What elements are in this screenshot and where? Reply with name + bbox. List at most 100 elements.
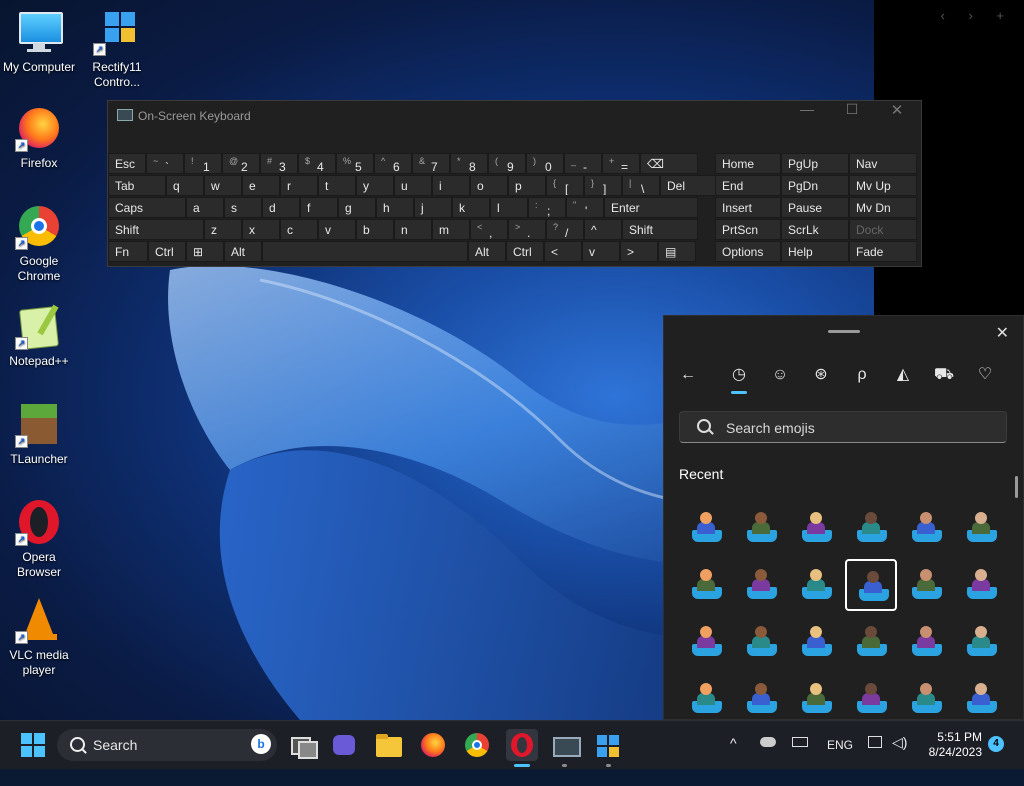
key-=[interactable]: + =	[602, 153, 640, 174]
heart-icon[interactable]: ♡	[970, 362, 1000, 388]
key-o[interactable]: o	[470, 175, 508, 196]
key->[interactable]: >	[620, 241, 658, 262]
key-m[interactable]: m	[432, 219, 470, 240]
symbols-icon[interactable]: ◭	[888, 362, 918, 388]
rectify11-icon[interactable]	[595, 731, 623, 759]
key-alt[interactable]: Alt	[224, 241, 262, 262]
key-prtscn[interactable]: PrtScn	[715, 219, 781, 240]
emoji-swimmer-icon[interactable]	[735, 673, 787, 725]
key-d[interactable]: d	[262, 197, 300, 218]
emoji-swimmer-icon[interactable]	[900, 502, 952, 554]
emoji-swimmer-icon[interactable]	[790, 502, 842, 554]
keyboard-icon[interactable]	[792, 737, 808, 785]
key-x[interactable]: x	[242, 219, 280, 240]
key-i[interactable]: i	[432, 175, 470, 196]
key-j[interactable]: j	[414, 197, 452, 218]
close-button[interactable]: ✕	[874, 101, 920, 131]
key-tab[interactable]: Tab	[108, 175, 166, 196]
emoji-swimmer-icon[interactable]	[845, 502, 897, 554]
onedrive-icon[interactable]	[760, 737, 776, 785]
key-/[interactable]: ? /	[546, 219, 584, 240]
emoji-swimmer-icon[interactable]	[680, 673, 732, 725]
desktop-icon-vlc[interactable]: ↗ VLC media player	[0, 598, 78, 678]
taskbar-search[interactable]: Search b	[57, 729, 277, 761]
recent-clock-icon[interactable]: ◷	[724, 362, 754, 394]
key-^[interactable]: ^	[584, 219, 622, 240]
key-pgup[interactable]: PgUp	[781, 153, 849, 174]
key-8[interactable]: * 8	[450, 153, 488, 174]
key-f[interactable]: f	[300, 197, 338, 218]
emoji-swimmer-icon[interactable]	[955, 673, 1007, 725]
vehicle-icon[interactable]: ⛟	[929, 362, 959, 388]
key-u[interactable]: u	[394, 175, 432, 196]
key-k[interactable]: k	[452, 197, 490, 218]
key-7[interactable]: & 7	[412, 153, 450, 174]
emoji-swimmer-icon[interactable]	[900, 673, 952, 725]
key-caps[interactable]: Caps	[108, 197, 186, 218]
key-shift[interactable]: Shift	[108, 219, 204, 240]
key-scrlk[interactable]: ScrLk	[781, 219, 849, 240]
firefox-icon[interactable]	[419, 731, 447, 759]
key-n[interactable]: n	[394, 219, 432, 240]
emoji-swimmer-icon[interactable]	[680, 616, 732, 668]
key-alt[interactable]: Alt	[468, 241, 506, 262]
emoji-swimmer-icon[interactable]	[735, 502, 787, 554]
desktop-icon-opera[interactable]: ↗ Opera Browser	[0, 500, 78, 580]
minimize-button[interactable]: —	[784, 101, 830, 131]
key-\[interactable]: | \	[622, 175, 660, 196]
desktop-icon-my-computer[interactable]: My Computer	[0, 10, 78, 75]
key-p[interactable]: p	[508, 175, 546, 196]
key-dock[interactable]: Dock	[849, 219, 917, 240]
key-del[interactable]: Del	[660, 175, 718, 196]
key-5[interactable]: % 5	[336, 153, 374, 174]
key-1[interactable]: ! 1	[184, 153, 222, 174]
emoji-swimmer-icon[interactable]	[845, 559, 897, 611]
opera-taskbar-button[interactable]	[506, 729, 538, 761]
desktop-icon-firefox[interactable]: ↗ Firefox	[0, 106, 78, 171]
emoji-swimmer-icon[interactable]	[900, 559, 952, 611]
task-view-icon[interactable]	[289, 731, 318, 759]
desktop-icon-chrome[interactable]: ↗ Google Chrome	[0, 204, 78, 284]
key-h[interactable]: h	[376, 197, 414, 218]
maximize-button[interactable]: ☐	[829, 101, 875, 131]
key-help[interactable]: Help	[781, 241, 849, 262]
key-l[interactable]: l	[490, 197, 528, 218]
key-end[interactable]: End	[715, 175, 781, 196]
drag-handle[interactable]	[828, 330, 860, 333]
language-indicator[interactable]: ENG	[827, 738, 853, 786]
key-ctrl[interactable]: Ctrl	[148, 241, 186, 262]
start-windows-icon[interactable]	[19, 731, 47, 759]
network-icon[interactable]	[868, 736, 882, 784]
emoji-swimmer-icon[interactable]	[955, 616, 1007, 668]
emoji-swimmer-icon[interactable]	[845, 616, 897, 668]
key-v[interactable]: v	[318, 219, 356, 240]
key-4[interactable]: $4	[298, 153, 336, 174]
key-z[interactable]: z	[204, 219, 242, 240]
gif-icon[interactable]: ⊛	[806, 362, 836, 388]
emoji-swimmer-icon[interactable]	[790, 559, 842, 611]
key-mv-up[interactable]: Mv Up	[849, 175, 917, 196]
emoji-swimmer-icon[interactable]	[900, 616, 952, 668]
key--[interactable]: _ -	[564, 153, 602, 174]
emoji-swimmer-icon[interactable]	[735, 559, 787, 611]
back-arrow-icon[interactable]: ←	[673, 362, 703, 388]
emoji-search-box[interactable]	[679, 411, 1007, 443]
bing-icon[interactable]: b	[251, 734, 271, 754]
key-⌫[interactable]: ⌫	[640, 153, 698, 174]
emoji-swimmer-icon[interactable]	[955, 559, 1007, 611]
scrollbar-thumb[interactable]	[1015, 476, 1018, 498]
key-fn[interactable]: Fn	[108, 241, 148, 262]
key-<[interactable]: <	[544, 241, 582, 262]
file-explorer-icon[interactable]	[375, 731, 403, 759]
key-▤[interactable]: ▤	[658, 241, 696, 262]
key-'[interactable]: " '	[566, 197, 604, 218]
key-9[interactable]: (9	[488, 153, 526, 174]
desktop-icon-notepadpp[interactable]: ↗ Notepad++	[0, 304, 78, 369]
chrome-icon[interactable]	[463, 731, 491, 759]
emoji-swimmer-icon[interactable]	[790, 673, 842, 725]
key-t[interactable]: t	[318, 175, 356, 196]
key-[[interactable]: {[	[546, 175, 584, 196]
key-`[interactable]: ~ `	[146, 153, 184, 174]
emoji-swimmer-icon[interactable]	[955, 502, 1007, 554]
emoji-swimmer-icon[interactable]	[790, 616, 842, 668]
